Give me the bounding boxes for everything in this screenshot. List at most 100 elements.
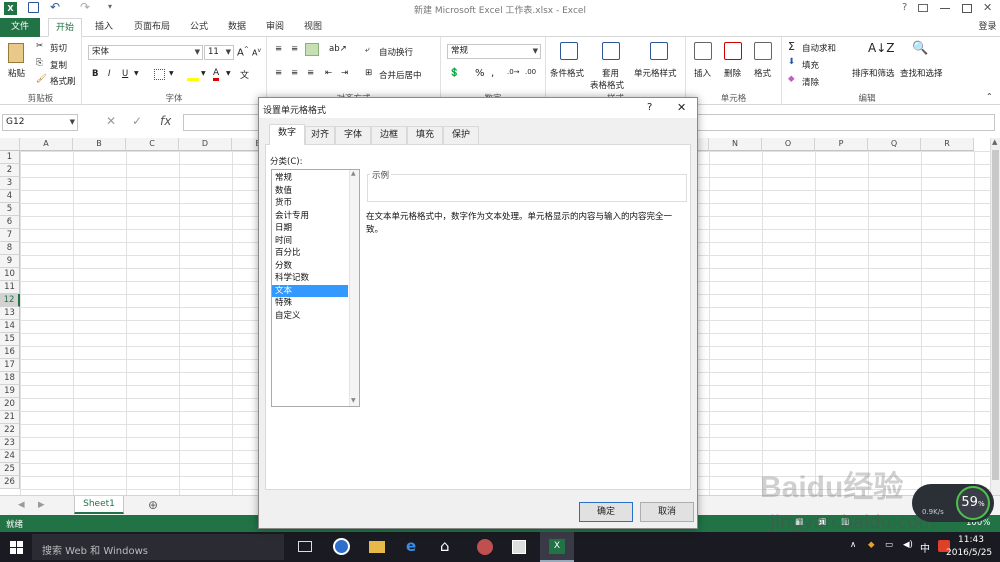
volume-icon[interactable]: ◀) [903,540,913,550]
category-item[interactable]: 日期 [272,222,348,235]
category-item[interactable]: 货币 [272,197,348,210]
comma-icon[interactable]: , [491,68,494,79]
name-box[interactable]: G12 ▼ [2,114,78,131]
autosum-button[interactable]: 自动求和 [802,42,836,54]
insert-function-icon[interactable]: fx [160,114,171,128]
column-header[interactable]: P [815,138,868,151]
ok-button[interactable]: 确定 [579,502,633,522]
format-cells-button[interactable]: 格式 [754,67,771,79]
enter-entry-icon[interactable]: ✓ [132,114,142,128]
fill-button[interactable]: 填充 [802,59,819,71]
merge-center-button[interactable]: 合并后居中 [379,69,422,81]
tab-home[interactable]: 开始 [48,18,82,37]
font-size-combo[interactable]: 11 ▼ [204,45,234,60]
vertical-scrollbar[interactable]: ▲ [990,138,1000,495]
decrease-indent-icon[interactable]: ⇤ [325,68,332,78]
row-header[interactable]: 3 [0,177,20,190]
row-header[interactable]: 18 [0,372,20,385]
align-center-icon[interactable]: ≡ [291,68,298,78]
scroll-up-icon[interactable]: ▲ [992,138,997,146]
wrap-text-button[interactable]: 自动换行 [379,46,413,58]
row-header[interactable]: 9 [0,255,20,268]
app-icon[interactable] [477,539,493,555]
dialog-tab[interactable]: 边框 [371,126,407,144]
row-header[interactable]: 16 [0,346,20,359]
cell-style-icon[interactable] [650,42,668,60]
cut-button[interactable]: 剪切 [50,42,67,54]
align-bottom-icon[interactable] [305,43,319,56]
add-sheet-icon[interactable]: ⊕ [148,498,158,512]
increase-indent-icon[interactable]: ⇥ [341,68,348,78]
row-header[interactable]: 2 [0,164,20,177]
home-icon[interactable]: ⌂ [440,537,450,555]
column-header[interactable]: A [20,138,73,151]
fill-icon[interactable]: ⬇ [788,57,795,67]
tab-insert[interactable]: 插入 [88,18,120,37]
row-header[interactable]: 23 [0,437,20,450]
task-view-icon[interactable] [298,541,312,552]
cancel-entry-icon[interactable]: ✕ [106,114,116,128]
row-header[interactable]: 11 [0,281,20,294]
prev-sheet-icon[interactable]: ◀ [18,500,25,510]
category-item[interactable]: 自定义 [272,310,348,323]
scroll-up-icon[interactable]: ▲ [351,170,356,177]
maximize-icon[interactable] [962,4,972,13]
underline-dropdown-icon[interactable]: ▼ [134,70,139,77]
dialog-help-icon[interactable]: ? [647,102,652,113]
row-header[interactable]: 26 [0,476,20,489]
phonetic-icon[interactable]: 文 [240,68,249,81]
column-header[interactable]: C [126,138,179,151]
row-header[interactable]: 1 [0,151,20,164]
paste-button[interactable]: 粘贴 [8,67,25,79]
row-header[interactable]: 8 [0,242,20,255]
format-table-button-2[interactable]: 表格格式 [590,79,624,91]
tray-expand-icon[interactable]: ∧ [850,540,856,550]
login-link[interactable]: 登录 [975,18,1000,37]
category-item[interactable]: 常规 [272,172,348,185]
row-header[interactable]: 17 [0,359,20,372]
dialog-tab[interactable]: 数字 [269,124,305,145]
row-header[interactable]: 6 [0,216,20,229]
clock-date[interactable]: 2016/5/25 [946,548,992,558]
row-header[interactable]: 25 [0,463,20,476]
copy-button[interactable]: 复制 [50,59,67,71]
dialog-tab[interactable]: 字体 [335,126,371,144]
number-format-combo[interactable]: 常规 ▼ [447,44,541,59]
delete-cells-button[interactable]: 删除 [724,67,741,79]
column-header[interactable]: N [709,138,762,151]
align-right-icon[interactable]: ≡ [307,68,314,78]
autosum-icon[interactable]: Σ [788,40,795,53]
bold-icon[interactable]: B [92,69,98,79]
help-icon[interactable]: ? [902,2,907,13]
cell-style-button[interactable]: 单元格样式 [634,67,677,79]
row-header[interactable]: 5 [0,203,20,216]
tray-app-icon[interactable]: ◆ [868,540,875,550]
border-icon[interactable] [154,69,165,80]
column-header[interactable]: D [179,138,232,151]
column-header[interactable]: R [921,138,974,151]
cut-icon[interactable]: ✂ [36,41,43,51]
category-scrollbar[interactable]: ▲ ▼ [349,170,359,406]
row-header[interactable]: 19 [0,385,20,398]
dialog-close-icon[interactable]: ✕ [677,101,686,114]
tab-review[interactable]: 审阅 [260,18,290,37]
insert-cells-icon[interactable] [694,42,712,60]
ribbon-display-icon[interactable] [918,4,928,12]
row-header[interactable]: 13 [0,307,20,320]
minimize-icon[interactable] [940,8,950,9]
wrap-text-icon[interactable]: ⤶ [365,45,370,55]
sogou-browser-icon[interactable] [333,538,350,555]
fill-color-icon[interactable] [187,69,199,81]
conditional-format-button[interactable]: 条件格式 [550,67,584,79]
border-dropdown-icon[interactable]: ▼ [169,70,174,77]
accounting-icon[interactable]: 💲 [449,68,460,78]
category-item[interactable]: 分数 [272,260,348,273]
clear-button[interactable]: 清除 [802,76,819,88]
column-header[interactable]: B [73,138,126,151]
conditional-format-icon[interactable] [560,42,578,60]
category-item[interactable]: 特殊 [272,297,348,310]
sort-filter-button[interactable]: 排序和筛选 [852,67,895,79]
format-painter-button[interactable]: 格式刷 [50,75,76,87]
excel-taskbar-button[interactable]: X [540,532,574,562]
close-icon[interactable]: ✕ [983,1,992,14]
